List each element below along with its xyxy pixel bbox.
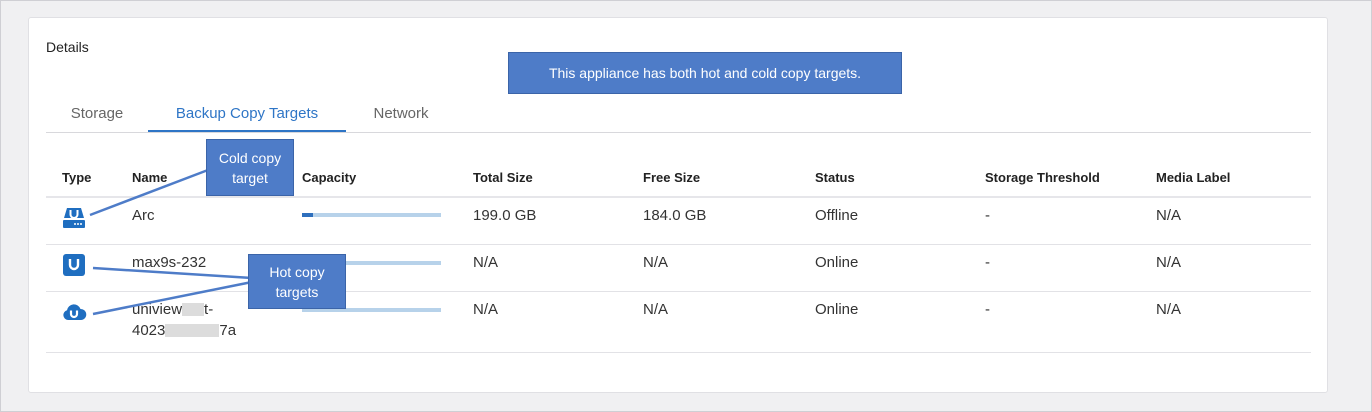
callout-line: target	[232, 170, 268, 186]
callout-line: Cold copy	[218, 150, 282, 166]
hot-copy-callout: Hot copy targets	[248, 254, 346, 309]
cold-copy-callout: Cold copy target	[206, 139, 294, 196]
info-banner: This appliance has both hot and cold cop…	[508, 52, 902, 94]
callout-line: targets	[275, 284, 319, 300]
callout-line: Hot copy	[269, 264, 325, 280]
